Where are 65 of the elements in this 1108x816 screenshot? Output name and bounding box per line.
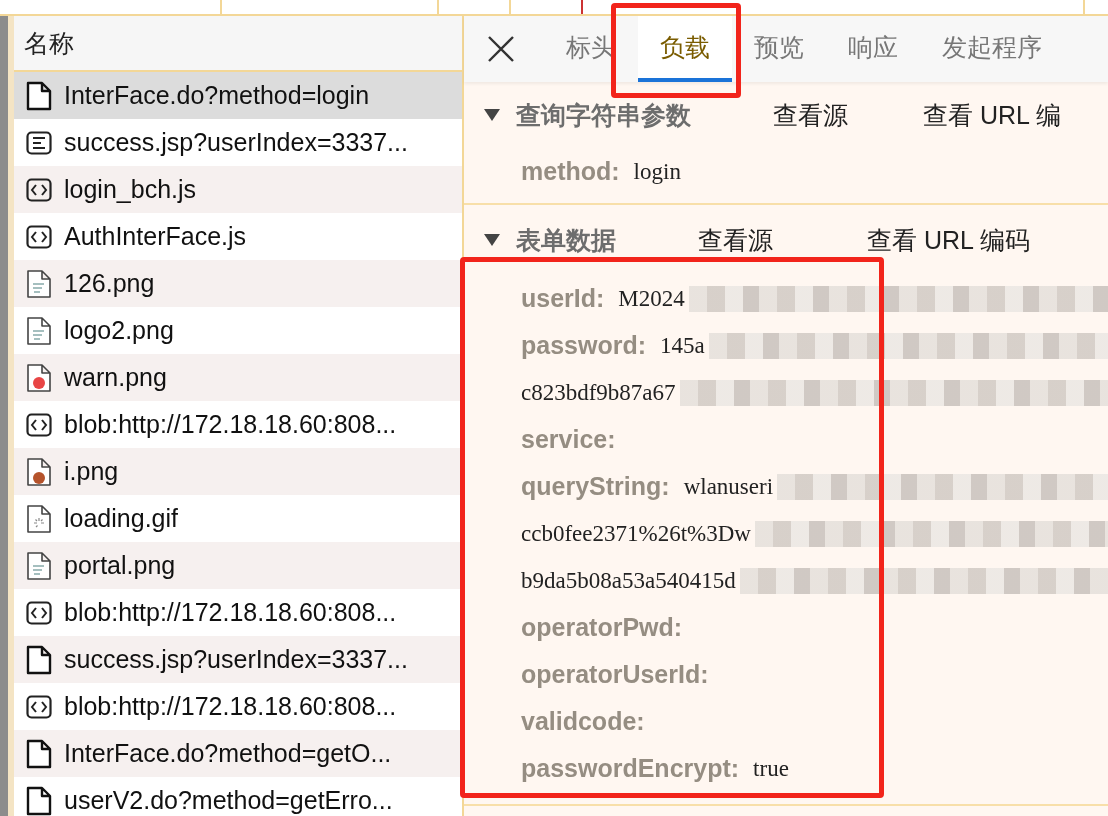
request-name: login_bch.js bbox=[64, 175, 197, 204]
request-row[interactable]: InterFace.do?method=getO... bbox=[14, 730, 462, 777]
request-name: blob:http://172.18.18.60:808... bbox=[64, 410, 397, 439]
section-title: 表单数据 bbox=[516, 224, 616, 257]
tab[interactable]: 发起程序 bbox=[920, 16, 1064, 82]
request-row[interactable]: 126.png bbox=[14, 260, 462, 307]
image-file-icon bbox=[26, 503, 52, 534]
request-name: success.jsp?userIndex=3337... bbox=[64, 128, 408, 157]
collapse-triangle-icon[interactable] bbox=[484, 109, 500, 121]
tab[interactable]: 响应 bbox=[826, 16, 920, 82]
field-key: operatorPwd: bbox=[521, 613, 683, 642]
field-key: method: bbox=[521, 157, 620, 186]
document-icon bbox=[26, 785, 52, 816]
close-icon[interactable] bbox=[486, 34, 516, 64]
request-name: AuthInterFace.js bbox=[64, 222, 247, 251]
request-row[interactable]: portal.png bbox=[14, 542, 462, 589]
field-value: 145a bbox=[660, 332, 705, 359]
request-name: warn.png bbox=[64, 363, 167, 392]
tab[interactable]: 预览 bbox=[732, 16, 826, 82]
view-link[interactable]: 查看源 bbox=[698, 223, 773, 257]
document-icon bbox=[26, 644, 52, 675]
field-key: password: bbox=[521, 331, 647, 360]
request-name: 126.png bbox=[64, 269, 155, 298]
view-link[interactable]: 查看 URL 编 bbox=[923, 98, 1061, 132]
view-link[interactable]: 查看源 bbox=[773, 98, 848, 132]
image-file-icon bbox=[26, 550, 52, 581]
request-row[interactable]: login_bch.js bbox=[14, 166, 462, 213]
request-row[interactable]: i.png bbox=[14, 448, 462, 495]
request-row[interactable]: InterFace.do?method=login bbox=[14, 72, 462, 119]
request-name: InterFace.do?method=login bbox=[64, 81, 370, 110]
collapse-triangle-icon[interactable] bbox=[484, 234, 500, 246]
field-key: operatorUserId: bbox=[521, 660, 709, 689]
request-name: logo2.png bbox=[64, 316, 174, 345]
field-value: true bbox=[753, 755, 789, 782]
request-name: portal.png bbox=[64, 551, 176, 580]
request-name: blob:http://172.18.18.60:808... bbox=[64, 692, 397, 721]
request-name: success.jsp?userIndex=3337... bbox=[64, 645, 408, 674]
request-name: blob:http://172.18.18.60:808... bbox=[64, 598, 397, 627]
field-key: queryString: bbox=[521, 472, 670, 501]
view-link[interactable]: 查看 URL 编码 bbox=[867, 223, 1030, 257]
document-icon bbox=[26, 80, 52, 111]
field-value: M2024 bbox=[618, 285, 685, 312]
request-name: InterFace.do?method=getO... bbox=[64, 739, 392, 768]
section-title: 查询字符串参数 bbox=[516, 99, 691, 132]
request-name: loading.gif bbox=[64, 504, 178, 533]
image-file-icon bbox=[26, 268, 52, 299]
request-row[interactable]: success.jsp?userIndex=3337... bbox=[14, 636, 462, 683]
field-value: wlanuseri bbox=[683, 473, 774, 500]
image-file-icon bbox=[26, 362, 52, 393]
document-icon bbox=[26, 738, 52, 769]
field-key: passwordEncrypt: bbox=[521, 754, 740, 783]
request-name: i.png bbox=[64, 457, 119, 486]
tab[interactable]: 负载 bbox=[638, 16, 732, 82]
field-key: userId: bbox=[521, 284, 605, 313]
image-file-icon bbox=[26, 315, 52, 346]
field-key: validcode: bbox=[521, 707, 645, 736]
field-value: c823bdf9b87a67 bbox=[521, 379, 676, 406]
image-file-icon bbox=[26, 456, 52, 487]
request-name: userV2.do?method=getErro... bbox=[64, 786, 393, 815]
request-row[interactable]: warn.png bbox=[14, 354, 462, 401]
field-key: service: bbox=[521, 425, 616, 454]
column-header[interactable]: 名称 bbox=[14, 16, 462, 72]
field-value: ccb0fee2371%26t%3Dw bbox=[521, 520, 751, 547]
field-value: b9da5b08a53a540415d bbox=[521, 567, 736, 594]
field-value: login bbox=[633, 158, 681, 185]
